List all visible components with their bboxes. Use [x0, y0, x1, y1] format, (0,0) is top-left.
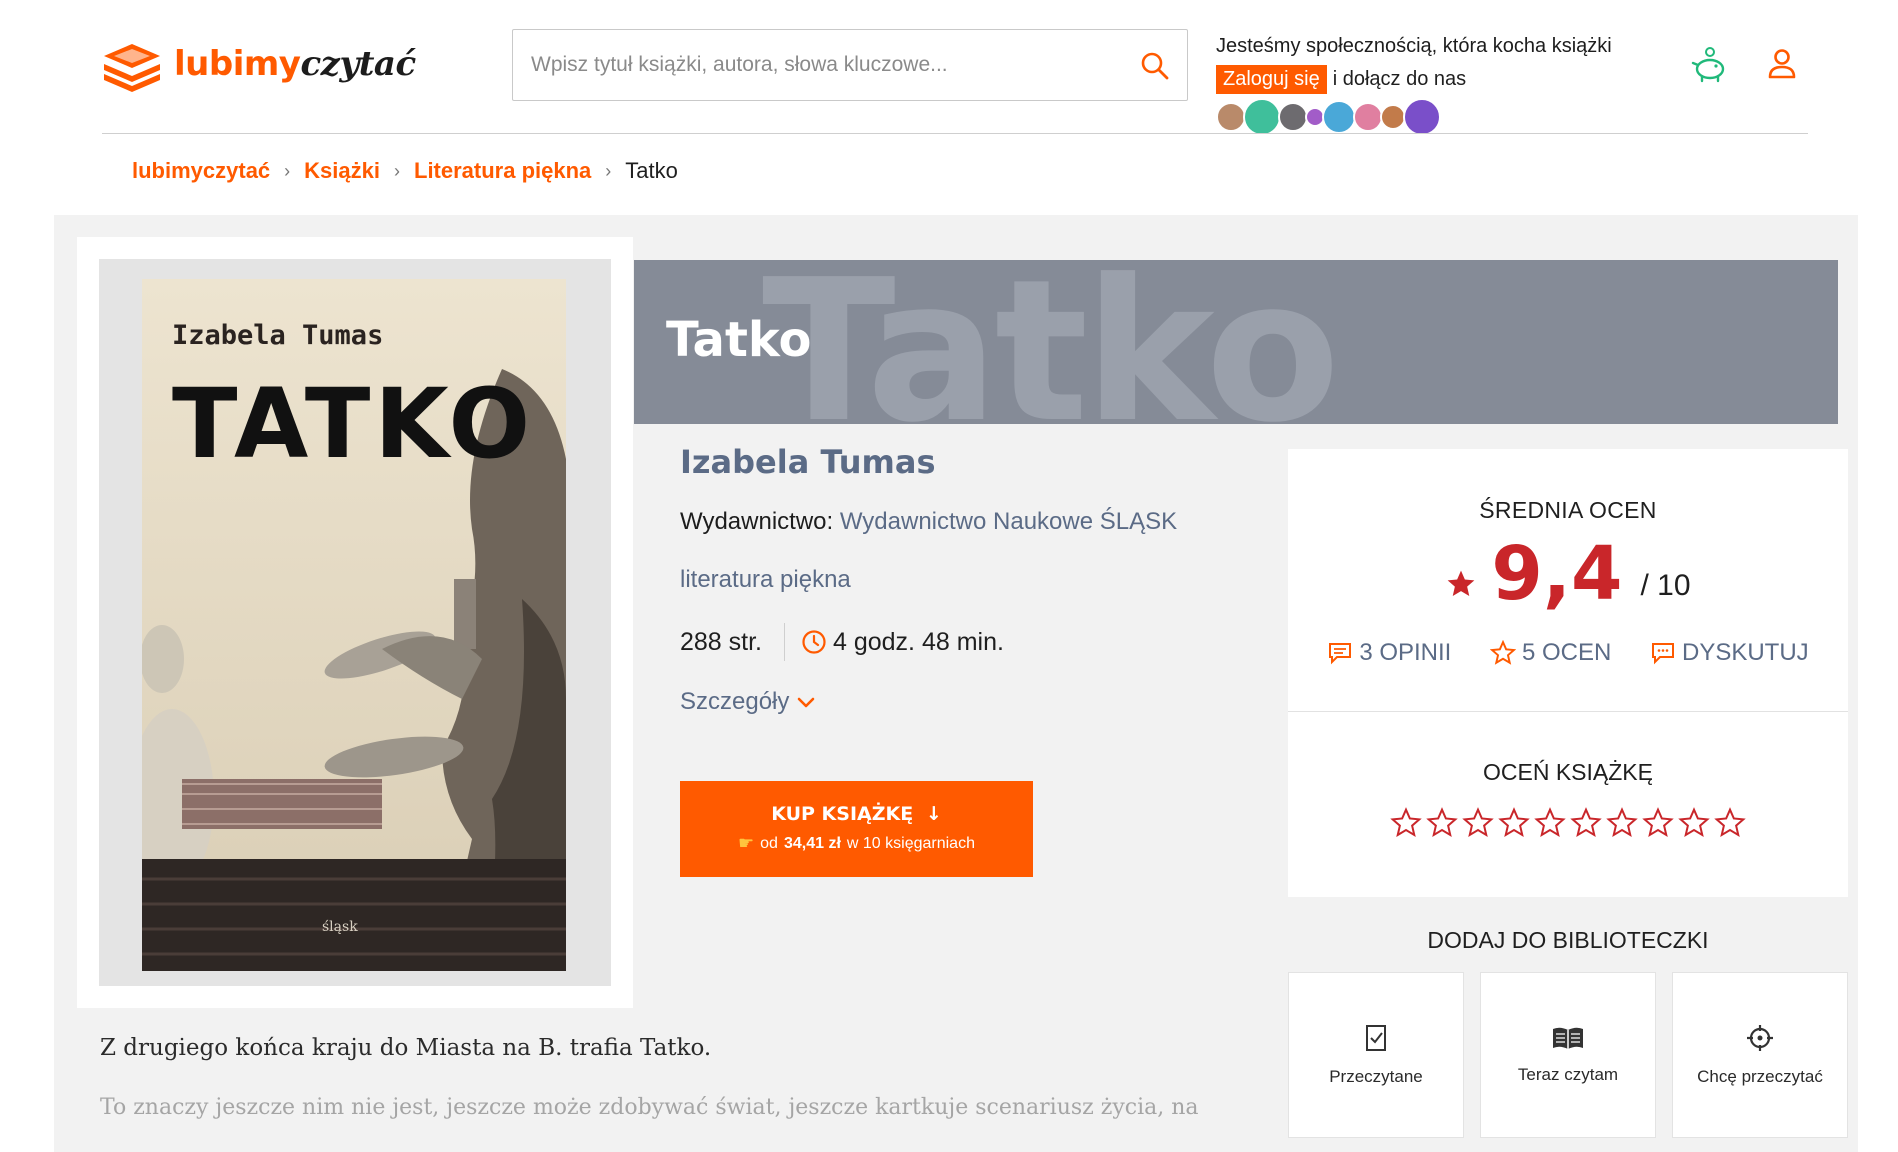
books-logo-icon [100, 36, 164, 92]
book-title: Tatko [666, 312, 812, 368]
rate-stars [1288, 807, 1848, 839]
cover-frame: Izabela Tumas TATKO śląsk [77, 237, 633, 1008]
avatar [1353, 102, 1383, 132]
star-icon [1445, 568, 1477, 605]
average-rating-value: 9,4 [1491, 531, 1623, 617]
search-icon[interactable] [1137, 48, 1173, 84]
rate-star-4[interactable] [1498, 807, 1530, 839]
piggy-bank-icon[interactable] [1690, 44, 1730, 84]
stats-divider [784, 623, 785, 661]
description-text: To znaczy jeszcze nim nie jest, jeszcze … [100, 1095, 1199, 1120]
cover-author: Izabela Tumas [172, 320, 383, 351]
community-promo: Jesteśmy społecznością, która kocha ksią… [1216, 30, 1676, 136]
rating-max: / 10 [1640, 569, 1691, 602]
user-icon[interactable] [1762, 44, 1802, 84]
header-divider [102, 133, 1808, 134]
arrow-down-icon: ↓ [925, 803, 942, 825]
rate-star-3[interactable] [1462, 807, 1494, 839]
opinions-count: 3 OPINII [1359, 639, 1452, 666]
want-to-read-button[interactable]: Chcę przeczytać [1672, 972, 1848, 1138]
breadcrumb-genre[interactable]: Literatura piękna [414, 158, 591, 184]
average-rating-title: ŚREDNIA OCEN [1479, 497, 1657, 523]
ratings-count: 5 OCEN [1521, 639, 1612, 666]
discuss-label: DYSKUTUJ [1681, 639, 1809, 666]
comment-icon [1327, 640, 1353, 666]
breadcrumb-home[interactable]: lubimyczytać [132, 158, 270, 184]
publisher-row: Wydawnictwo: Wydawnictwo Naukowe ŚLĄSK [680, 502, 1280, 542]
pointing-hand-icon: ☛ [738, 833, 755, 853]
open-book-icon [1551, 1025, 1585, 1051]
buy-price-prefix: od [760, 834, 778, 852]
want-to-read-label: Chcę przeczytać [1697, 1067, 1823, 1086]
book-stats: 288 str. 4 godz. 48 min. [680, 622, 1280, 662]
avatar [1216, 102, 1246, 132]
rate-star-5[interactable] [1534, 807, 1566, 839]
add-to-library-title: DODAJ DO BIBLIOTECZKI [1427, 927, 1709, 953]
title-watermark: Tatko [762, 260, 1340, 424]
avatar [1278, 102, 1308, 132]
description-lead: Z drugiego końca kraju do Miasta na B. t… [100, 1035, 712, 1061]
genre-link[interactable]: literatura piękna [680, 560, 1280, 600]
target-icon [1745, 1023, 1775, 1053]
read-button[interactable]: Przeczytane [1288, 972, 1464, 1138]
chevron-down-icon [795, 691, 817, 713]
join-text: i dołącz do nas [1332, 67, 1467, 90]
rate-star-1[interactable] [1390, 807, 1422, 839]
page-count: 288 str. [680, 627, 762, 656]
publisher-label: Wydawnictwo: [680, 508, 834, 535]
avatar [1322, 100, 1356, 134]
logo-text: lubimyczytać [174, 44, 416, 84]
buy-book-button[interactable]: KUP KSIĄŻKĘ ↓ ☛ od 34,41 zł w 10 księgar… [680, 781, 1033, 877]
search-input[interactable] [513, 30, 1113, 100]
cover-publisher: śląsk [322, 919, 358, 935]
reading-now-label: Teraz czytam [1517, 1065, 1619, 1084]
library-buttons: Przeczytane Teraz czytam Chcę przeczytać [1288, 972, 1848, 1138]
breadcrumb-books[interactable]: Książki [304, 158, 380, 184]
breadcrumb-current: Tatko [625, 158, 678, 183]
buy-price-suffix: w 10 księgarniach [846, 834, 975, 852]
buy-price: 34,41 zł [783, 834, 841, 852]
title-banner: Tatko Tatko [634, 260, 1838, 424]
chat-icon [1650, 640, 1676, 666]
rate-star-7[interactable] [1606, 807, 1638, 839]
book-info: Izabela Tumas Wydawnictwo: Wydawnictwo N… [680, 440, 1280, 722]
rate-star-9[interactable] [1678, 807, 1710, 839]
rate-star-6[interactable] [1570, 807, 1602, 839]
opinions-link[interactable]: 3 OPINII [1327, 639, 1451, 667]
chevron-right-icon: › [284, 160, 291, 181]
site-header: lubimyczytać Jesteśmy społecznością, któ… [0, 0, 1898, 136]
buy-label: KUP KSIĄŻKĘ [771, 803, 914, 825]
checklist-icon [1363, 1023, 1389, 1053]
rate-star-10[interactable] [1714, 807, 1746, 839]
breadcrumb: lubimyczytać › Książki › Literatura pięk… [132, 158, 678, 184]
site-logo[interactable]: lubimyczytać [100, 36, 416, 92]
details-label: Szczegóły [680, 688, 790, 715]
star-outline-icon [1489, 640, 1516, 666]
clock-icon [801, 629, 827, 655]
reading-time: 4 godz. 48 min. [833, 627, 1004, 656]
ratings-link[interactable]: 5 OCEN [1489, 639, 1612, 667]
reading-now-button[interactable]: Teraz czytam [1480, 972, 1656, 1138]
search-box [512, 29, 1188, 101]
member-avatars [1216, 98, 1676, 136]
community-text: Jesteśmy społecznością, która kocha ksią… [1216, 35, 1612, 57]
cover-title: TATKO [172, 368, 534, 480]
chevron-right-icon: › [605, 160, 612, 181]
rate-book-title: OCEŃ KSIĄŻKĘ [1483, 759, 1653, 785]
avatar [1403, 98, 1441, 136]
card-divider [1288, 711, 1848, 712]
book-cover[interactable]: Izabela Tumas TATKO śląsk [142, 279, 566, 971]
rate-star-2[interactable] [1426, 807, 1458, 839]
rate-star-8[interactable] [1642, 807, 1674, 839]
rating-card: ŚREDNIA OCEN 9,4 / 10 3 OPINII 5 OCEN DY… [1288, 449, 1848, 897]
author-link[interactable]: Izabela Tumas [680, 440, 1280, 488]
read-label: Przeczytane [1329, 1067, 1423, 1086]
login-button[interactable]: Zaloguj się [1216, 64, 1327, 94]
publisher-link[interactable]: Wydawnictwo Naukowe ŚLĄSK [840, 508, 1177, 535]
book-main-section: Izabela Tumas TATKO śląsk Tatko Tatko Iz… [54, 215, 1858, 1152]
chevron-right-icon: › [394, 160, 400, 181]
avatar [1243, 98, 1281, 136]
details-toggle[interactable]: Szczegóły [680, 682, 1280, 722]
discuss-link[interactable]: DYSKUTUJ [1650, 639, 1809, 667]
